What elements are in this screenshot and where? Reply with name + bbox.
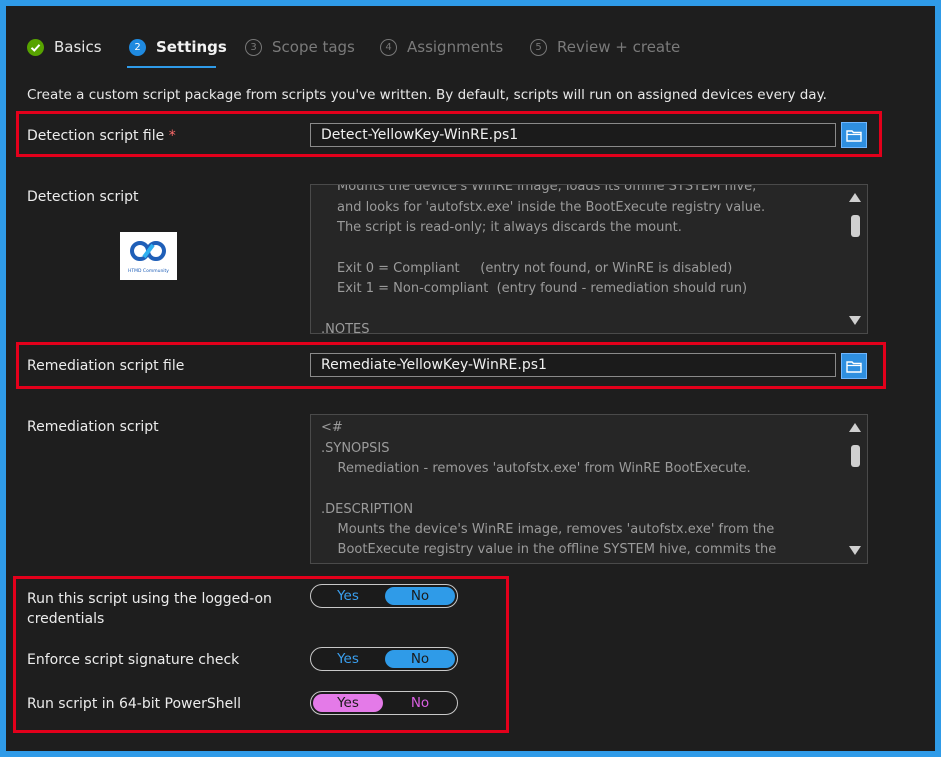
step-number: 3 bbox=[245, 38, 262, 56]
scroll-down-icon[interactable] bbox=[849, 546, 861, 555]
browse-remediation-button[interactable] bbox=[841, 353, 867, 379]
scroll-up-icon[interactable] bbox=[849, 423, 861, 432]
htmd-logo: HTMD Community bbox=[120, 232, 177, 280]
tab-label: Basics bbox=[54, 38, 102, 56]
scroll-thumb[interactable] bbox=[851, 215, 860, 237]
code-line: The script is read-only; it always disca… bbox=[337, 220, 682, 235]
logged-on-credentials-label: Run this script using the logged-on cred… bbox=[27, 591, 272, 627]
tab-label: Review + create bbox=[557, 38, 681, 56]
tab-label: Scope tags bbox=[272, 38, 355, 56]
detection-file-label: Detection script file * bbox=[27, 128, 176, 144]
64bit-powershell-toggle[interactable]: Yes No bbox=[310, 691, 458, 715]
code-line: .NOTES bbox=[321, 322, 370, 334]
folder-icon bbox=[846, 360, 862, 373]
toggle-no[interactable]: No bbox=[385, 650, 455, 668]
scrollbar[interactable] bbox=[847, 187, 865, 331]
step-number: 4 bbox=[380, 38, 397, 56]
detection-script-viewer[interactable]: Mounts the device's WinRE image, loads i… bbox=[310, 184, 868, 334]
signature-check-label: Enforce script signature check bbox=[27, 652, 240, 668]
tab-label: Assignments bbox=[407, 38, 504, 56]
tab-assignments[interactable]: 4 Assignments bbox=[380, 38, 503, 56]
logged-on-credentials-toggle[interactable]: Yes No bbox=[310, 584, 458, 608]
toggle-yes[interactable]: Yes bbox=[313, 650, 383, 668]
tab-review-create[interactable]: 5 Review + create bbox=[530, 38, 680, 56]
code-line: BootExecute registry value in the offlin… bbox=[321, 542, 777, 557]
tab-settings[interactable]: 2 Settings bbox=[129, 38, 227, 56]
step-number: 2 bbox=[129, 38, 146, 56]
tab-label: Settings bbox=[156, 38, 227, 56]
toggle-yes[interactable]: Yes bbox=[313, 694, 383, 712]
folder-icon bbox=[846, 129, 862, 142]
scroll-down-icon[interactable] bbox=[849, 316, 861, 325]
svg-text:HTMD Community: HTMD Community bbox=[128, 268, 169, 274]
code-line: .SYNOPSIS bbox=[321, 441, 390, 456]
scroll-thumb[interactable] bbox=[851, 445, 860, 467]
step-number: 5 bbox=[530, 38, 547, 56]
code-line: Mounts the device's WinRE image, loads i… bbox=[337, 184, 757, 194]
scroll-up-icon[interactable] bbox=[849, 193, 861, 202]
check-icon bbox=[27, 38, 44, 56]
label-text: Detection script file bbox=[27, 128, 165, 144]
detection-script-label: Detection script bbox=[27, 189, 139, 205]
remediation-file-label: Remediation script file bbox=[27, 358, 185, 374]
code-line: and looks for 'autofstx.exe' inside the … bbox=[337, 200, 766, 215]
code-line: Mounts the device's WinRE image, removes… bbox=[321, 522, 775, 537]
code-line: <# bbox=[321, 420, 343, 435]
signature-check-toggle[interactable]: Yes No bbox=[310, 647, 458, 671]
browse-detection-button[interactable] bbox=[841, 122, 867, 148]
remediation-script-label: Remediation script bbox=[27, 419, 159, 435]
code-line: Exit 1 = Non-compliant (entry found - re… bbox=[337, 281, 748, 296]
toggle-yes[interactable]: Yes bbox=[313, 587, 383, 605]
toggle-no[interactable]: No bbox=[385, 694, 455, 712]
required-marker: * bbox=[168, 128, 176, 144]
scrollbar[interactable] bbox=[847, 417, 865, 561]
tab-scope-tags[interactable]: 3 Scope tags bbox=[245, 38, 355, 56]
remediation-file-input[interactable]: Remediate-YellowKey-WinRE.ps1 bbox=[310, 353, 836, 377]
code-line: Remediation - removes 'autofstx.exe' fro… bbox=[321, 461, 751, 476]
active-tab-indicator bbox=[127, 66, 216, 68]
code-line: Exit 0 = Compliant (entry not found, or … bbox=[337, 261, 733, 276]
toggle-no[interactable]: No bbox=[385, 587, 455, 605]
remediation-script-viewer[interactable]: <# .SYNOPSIS Remediation - removes 'auto… bbox=[310, 414, 868, 564]
detection-file-input[interactable]: Detect-YellowKey-WinRE.ps1 bbox=[310, 123, 836, 147]
page-description: Create a custom script package from scri… bbox=[27, 87, 827, 103]
64bit-powershell-label: Run script in 64-bit PowerShell bbox=[27, 696, 242, 712]
code-line: .DESCRIPTION bbox=[321, 502, 414, 517]
tab-basics[interactable]: Basics bbox=[27, 38, 102, 56]
